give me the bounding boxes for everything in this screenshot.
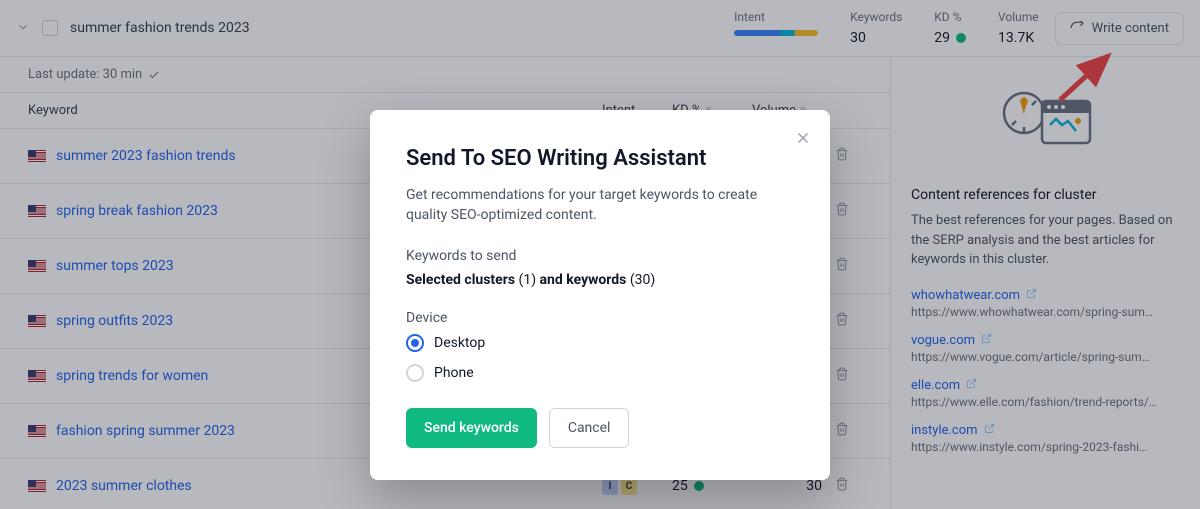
radio-phone[interactable]: Phone [406,364,794,382]
keywords-to-send-label: Keywords to send [406,248,794,264]
radio-desktop[interactable]: Desktop [406,334,794,352]
send-keywords-button[interactable]: Send keywords [406,408,537,448]
modal-overlay[interactable]: Send To SEO Writing Assistant Get recomm… [0,0,1200,509]
radio-icon [406,334,424,352]
send-keywords-modal: Send To SEO Writing Assistant Get recomm… [370,110,830,480]
modal-desc: Get recommendations for your target keyw… [406,185,794,226]
radio-icon [406,364,424,382]
modal-title: Send To SEO Writing Assistant [406,146,794,171]
device-label: Device [406,310,794,326]
selection-summary: Selected clusters (1) and keywords (30) [406,272,794,288]
close-icon[interactable] [794,128,812,152]
cancel-button[interactable]: Cancel [549,408,630,448]
